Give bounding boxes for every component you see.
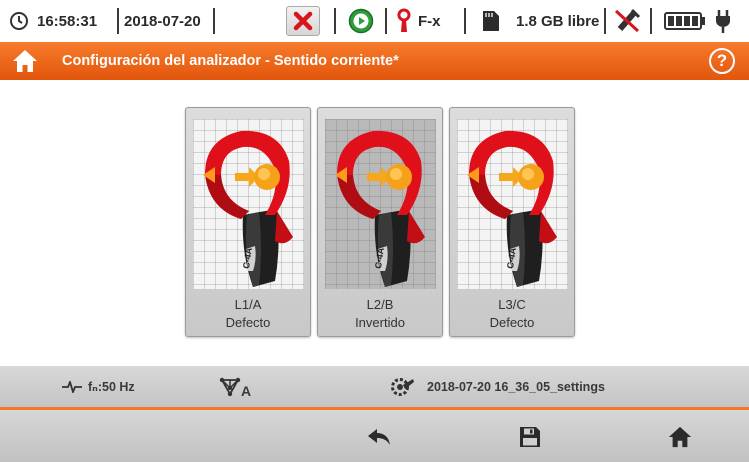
clock-icon — [9, 0, 29, 42]
clamp-image-l1: C-4A — [193, 119, 304, 289]
trigger-label: F-x — [418, 12, 441, 30]
status-bar: 16:58:31 2018-07-20 F-x 1.8 GB libre — [0, 0, 749, 42]
wrench-gear-icon — [391, 376, 415, 398]
clamp-card-l1[interactable]: C-4A L1/A Defecto — [185, 107, 311, 337]
clamp-image-l2: C-4A — [325, 119, 436, 289]
battery-icon — [664, 0, 706, 42]
clamp-phase-label: L1/A — [234, 297, 262, 312]
clamp-direction-label: Defecto — [489, 315, 535, 330]
clamp-status-icon — [397, 0, 411, 42]
stop-button[interactable] — [286, 0, 320, 42]
info-bar: fₙ:50 Hz A 2018-07-20 16_36_05_settings — [0, 366, 749, 407]
settings-file: 2018-07-20 16_36_05_settings — [391, 366, 605, 407]
save-button[interactable] — [517, 424, 543, 450]
power-plug-icon — [715, 0, 731, 42]
home-icon[interactable] — [12, 48, 38, 74]
clamp-image-l3: C-4A — [457, 119, 568, 289]
connection-type: A — [219, 366, 251, 407]
clamp-card-l3[interactable]: C-4A L3/C Defecto — [449, 107, 575, 337]
clamp-phase-label: L3/C — [498, 297, 526, 312]
usb-disconnected-icon — [612, 0, 642, 42]
title-bar: Configuración del analizador - Sentido c… — [0, 42, 749, 80]
clamp-phase-label: L2/B — [366, 297, 394, 312]
back-button[interactable] — [366, 424, 392, 450]
status-date: 2018-07-20 — [124, 12, 201, 30]
status-time: 16:58:31 — [37, 12, 98, 30]
help-button[interactable]: ? — [709, 48, 735, 74]
sd-card-icon — [482, 0, 500, 42]
waveform-icon — [62, 380, 82, 393]
clamp-direction-label: Invertido — [355, 315, 405, 330]
frequency-info: fₙ:50 Hz — [62, 366, 135, 407]
home-icon — [668, 426, 692, 448]
frequency-value: fₙ:50 Hz — [88, 380, 135, 394]
record-play-icon[interactable] — [348, 0, 374, 42]
close-icon — [286, 6, 320, 36]
floppy-disk-icon — [520, 427, 540, 447]
bottom-toolbar — [0, 410, 749, 462]
connection-label: A — [241, 382, 252, 399]
storage-free: 1.8 GB libre — [516, 12, 600, 30]
clamp-card-l2[interactable]: C-4A L2/B Invertido — [317, 107, 443, 337]
page-title: Configuración del analizador - Sentido c… — [62, 53, 399, 69]
clamp-direction-label: Defecto — [225, 315, 271, 330]
settings-file-name: 2018-07-20 16_36_05_settings — [427, 379, 605, 394]
back-arrow-icon — [368, 429, 390, 445]
wye-network-icon — [219, 377, 241, 397]
home-button[interactable] — [667, 424, 693, 450]
